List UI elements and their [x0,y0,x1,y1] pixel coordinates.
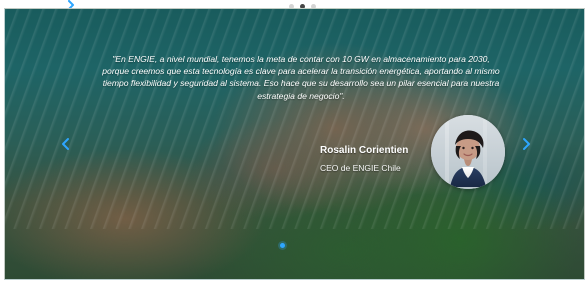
author-avatar [431,115,505,189]
testimonial-quote: "En ENGIE, a nivel mundial, tenemos la m… [91,53,511,102]
testimonial-carousel: "En ENGIE, a nivel mundial, tenemos la m… [0,0,587,282]
carousel-next-button[interactable] [517,135,535,153]
chevron-right-icon [523,138,530,150]
chevron-left-icon [62,138,69,150]
quote-line: tiempo flexibilidad y seguridad al siste… [102,78,500,89]
carousel-marker [280,243,285,248]
ocean-foam-texture [5,9,584,229]
quote-line: porque creemos que esta tecnología es cl… [102,66,500,77]
author-name: Rosalin Corientien [320,145,409,156]
quote-line: estrategia de negocio". [257,90,345,101]
author-role: CEO de ENGIE Chile [320,163,401,173]
hero-slide: "En ENGIE, a nivel mundial, tenemos la m… [4,8,585,280]
carousel-prev-button[interactable] [57,135,75,153]
testimonial-author: Rosalin Corientien CEO de ENGIE Chile [320,145,438,173]
quote-line: "En ENGIE, a nivel mundial, tenemos la m… [112,54,490,64]
